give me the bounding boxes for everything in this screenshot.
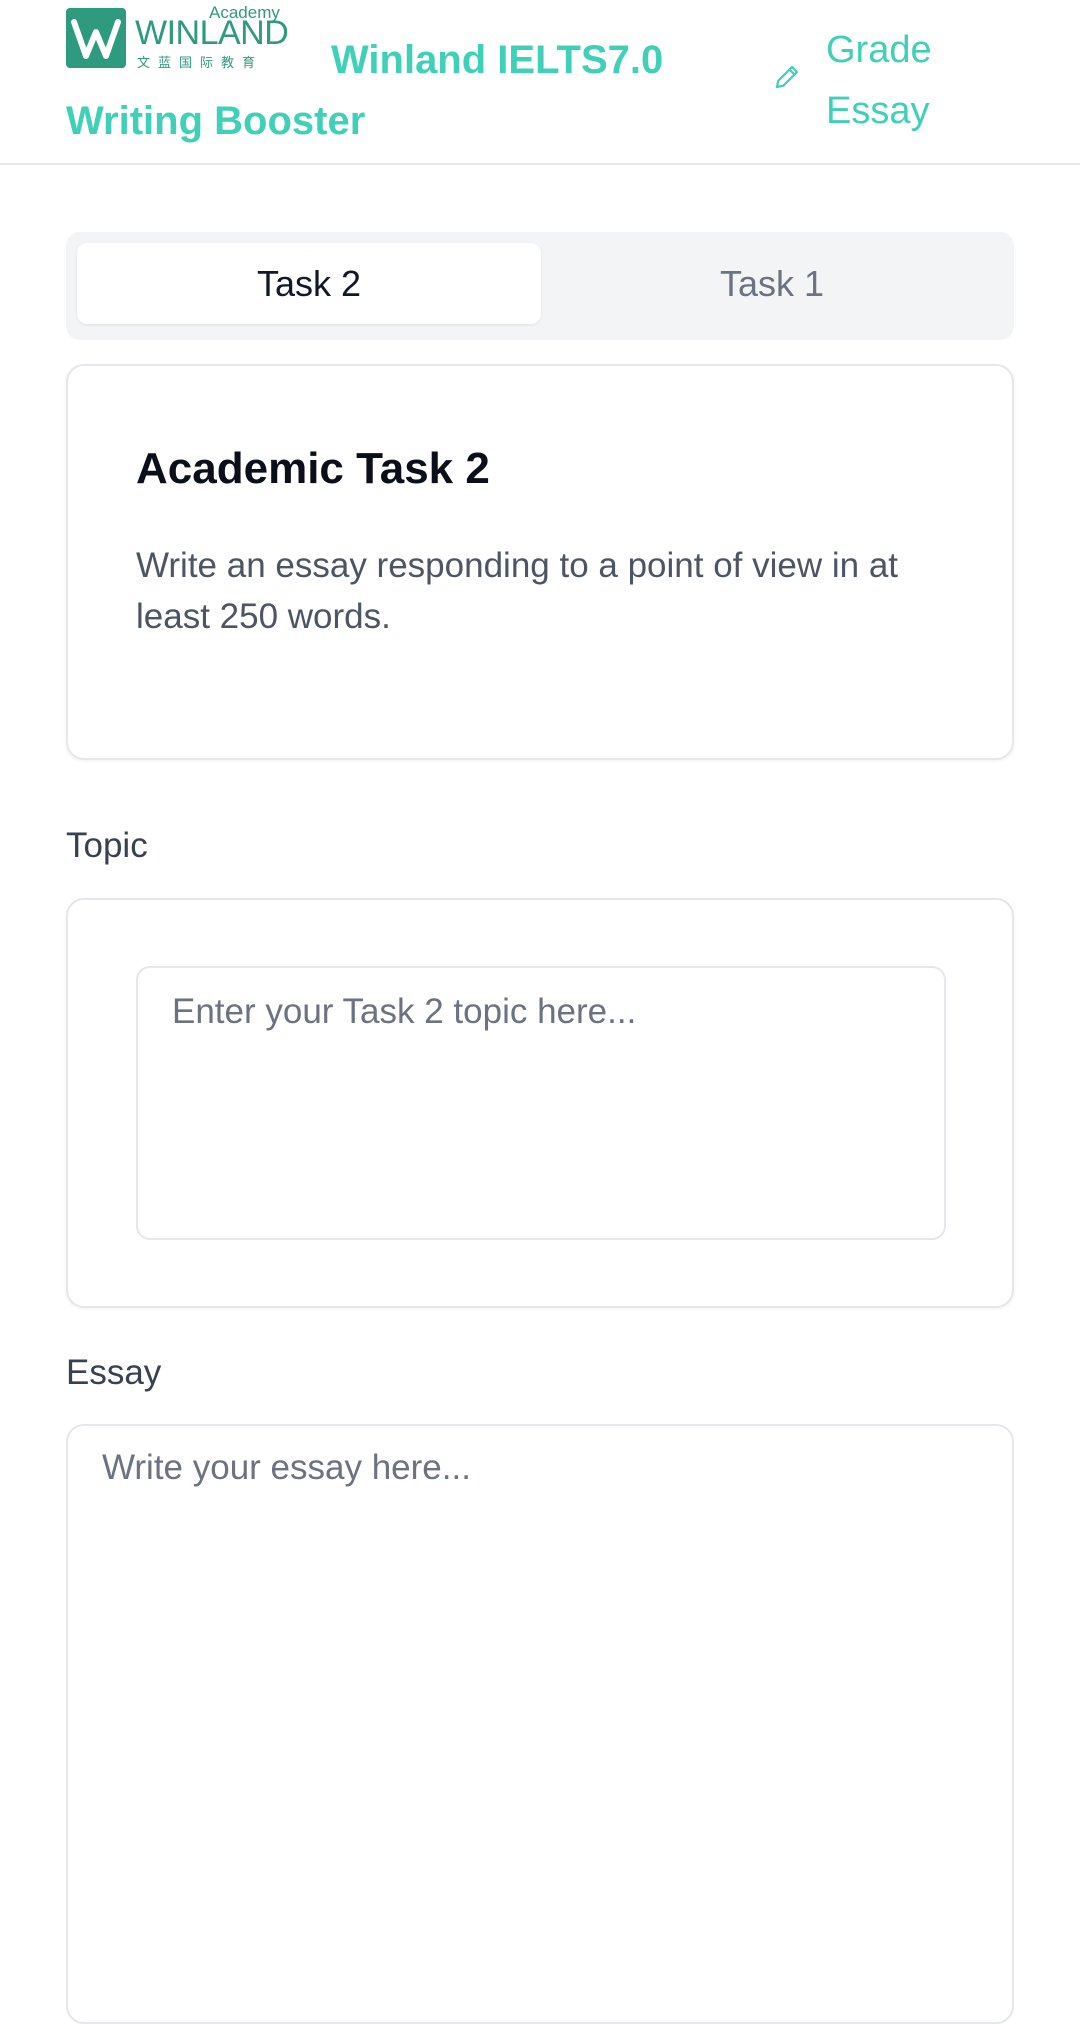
topic-input[interactable] (136, 966, 946, 1240)
task-info-card: Academic Task 2 Write an essay respondin… (66, 364, 1014, 760)
task-title: Academic Task 2 (136, 444, 490, 493)
topic-card (66, 898, 1014, 1308)
topic-label: Topic (66, 826, 148, 865)
app-title: Winland IELTS7.0 Writing Booster (66, 38, 664, 143)
essay-label: Essay (66, 1353, 162, 1392)
grade-essay-link[interactable]: Grade Essay (772, 20, 952, 132)
grade-essay-label: Grade Essay (826, 29, 932, 132)
essay-input[interactable] (66, 1424, 1014, 2024)
app-header: Academy WINLAND 文蓝国际教育 Winland IELTS7.0 … (0, 0, 1080, 165)
task-description: Write an essay responding to a point of … (136, 546, 899, 636)
tab-task-2[interactable]: Task 2 (77, 243, 541, 324)
pencil-icon (772, 62, 802, 92)
tab-task-1[interactable]: Task 1 (540, 243, 1004, 324)
task-tabs: Task 2 Task 1 (66, 232, 1014, 340)
